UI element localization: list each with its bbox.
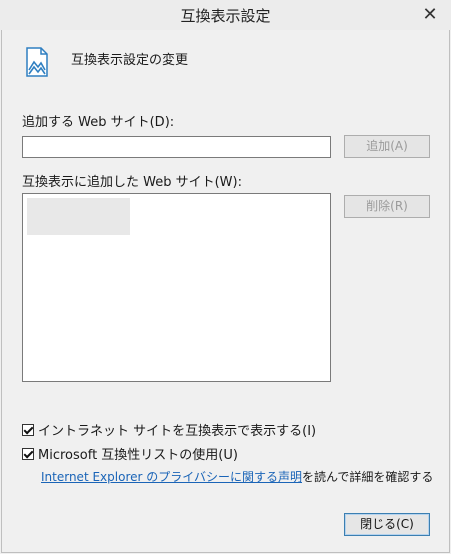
header-title: 互換表示設定の変更 <box>71 53 189 68</box>
title-bar: 互換表示設定 ✕ <box>0 0 451 30</box>
remove-button[interactable]: 削除(R) <box>344 195 430 218</box>
compat-view-icon <box>26 47 48 77</box>
privacy-statement: Internet Explorer のプライバシーに関する声明を読んで詳細を確認… <box>41 468 433 485</box>
close-icon[interactable]: ✕ <box>419 4 441 26</box>
add-site-label: 追加する Web サイト(D): <box>22 115 175 130</box>
add-site-input[interactable] <box>22 136 331 158</box>
window-title: 互換表示設定 <box>180 7 271 25</box>
add-button[interactable]: 追加(A) <box>344 135 430 158</box>
ms-list-label: Microsoft 互換性リストの使用(U) <box>38 448 238 463</box>
ms-list-option[interactable]: Microsoft 互換性リストの使用(U) <box>22 444 238 463</box>
intranet-checkbox[interactable] <box>22 423 34 436</box>
privacy-link[interactable]: Internet Explorer のプライバシーに関する声明 <box>41 470 302 484</box>
intranet-option[interactable]: イントラネット サイトを互換表示で表示する(I) <box>22 420 316 439</box>
site-list-label: 互換表示に追加した Web サイト(W): <box>22 175 242 190</box>
privacy-suffix: を読んで詳細を確認する <box>302 470 434 484</box>
list-item[interactable] <box>27 198 130 235</box>
close-button[interactable]: 閉じる(C) <box>344 513 430 536</box>
intranet-label: イントラネット サイトを互換表示で表示する(I) <box>38 424 317 439</box>
site-list[interactable] <box>22 193 331 382</box>
ms-list-checkbox[interactable] <box>22 447 34 460</box>
